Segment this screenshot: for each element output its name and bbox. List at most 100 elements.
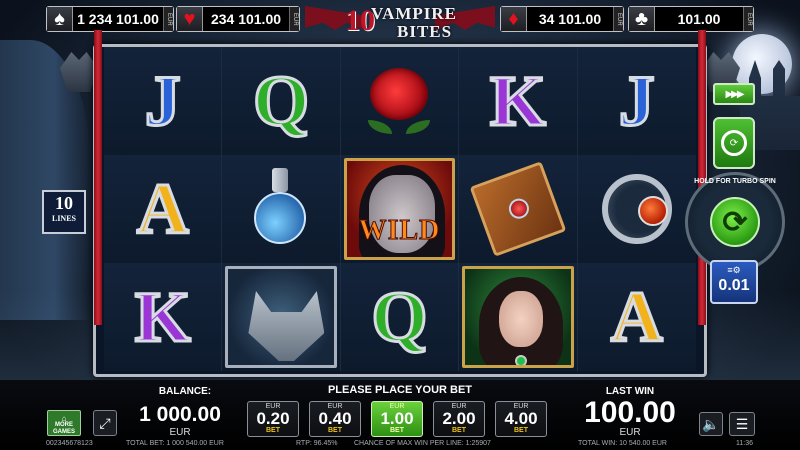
jackpot-heart-currency: EUR <box>289 7 299 31</box>
bet-label: BET <box>266 427 280 434</box>
jackpot-spade: ♠ 1 234 101.00 EUR <box>46 6 174 32</box>
bet-option-button-selected[interactable]: EUR 1.00 BET <box>371 401 423 437</box>
emerald-icon <box>515 355 528 365</box>
bet-option-button[interactable]: EUR 0.40 BET <box>309 401 361 437</box>
reel-cell: J <box>104 47 223 155</box>
speaker-icon: 🔈 <box>702 415 720 432</box>
spin-hint: HOLD FOR TURBO SPIN <box>694 178 776 185</box>
reel-cell <box>459 263 578 371</box>
balance-value: 1 000.00 <box>139 403 221 426</box>
jackpot-club-currency: EUR <box>743 7 753 31</box>
clock: 11:36 <box>736 440 753 447</box>
bet-label: BET <box>452 427 466 434</box>
jackpot-spade-value: 1 234 101.00 <box>77 11 159 27</box>
balance-label: BALANCE: <box>158 386 212 397</box>
refresh-icon: ⟳ <box>721 130 747 156</box>
bet-prompt: PLEASE PLACE YOUR BET <box>327 384 473 396</box>
reel-cell <box>222 155 341 263</box>
reel-cell: WILD <box>340 155 460 263</box>
jackpot-heart: ♥ 234 101.00 EUR <box>176 6 300 32</box>
potion-icon <box>246 164 316 254</box>
menu-button[interactable]: ☰ <box>729 412 755 436</box>
jackpot-bar: ♠ 1 234 101.00 EUR ♥ 234 101.00 EUR ♦ 34… <box>0 0 800 41</box>
jackpot-diamond: ♦ 34 101.00 EUR <box>500 6 624 32</box>
bet-label: BET <box>328 427 342 434</box>
hamburger-menu-icon: ☰ <box>735 415 749 432</box>
lines-badge: 10 LINES <box>42 190 86 234</box>
reel-pillar-left <box>94 30 102 325</box>
lady-symbol <box>462 266 574 368</box>
symbol-j: J <box>143 61 182 141</box>
spellbook-icon <box>469 161 567 257</box>
symbol-k: K <box>488 61 547 141</box>
autoplay-button[interactable]: ▶▶▶ <box>713 83 755 105</box>
reel-cell: A <box>104 155 223 263</box>
heart-icon: ♥ <box>177 7 203 31</box>
balance-currency: EUR <box>169 427 191 438</box>
jackpot-heart-value: 234 101.00 <box>210 11 282 27</box>
jackpot-diamond-value: 34 101.00 <box>538 11 602 27</box>
session-id: 002345678123 <box>46 440 93 447</box>
last-win-value: 100.00 <box>584 396 676 429</box>
reel-cell <box>577 155 696 263</box>
diamond-icon: ♦ <box>501 7 527 31</box>
wild-label: WILD <box>358 215 441 247</box>
bet-option-button[interactable]: EUR 2.00 BET <box>433 401 485 437</box>
spin-button[interactable]: HOLD FOR TURBO SPIN ⟳ <box>685 172 785 272</box>
wild-symbol: WILD <box>343 158 456 260</box>
symbol-q: Q <box>370 277 429 357</box>
bet-label: BET <box>390 427 404 434</box>
jackpot-spade-currency: EUR <box>163 7 173 31</box>
symbol-a: A <box>135 169 190 249</box>
lines-label: LINES <box>51 214 76 223</box>
coin-value: 0.01 <box>718 277 750 294</box>
amulet-icon <box>601 174 672 244</box>
reel-cell <box>340 47 460 155</box>
symbol-j: J <box>617 61 656 141</box>
more-games-label-1: MORE <box>55 422 73 428</box>
club-icon: ♣ <box>629 7 655 31</box>
bet-value: 4.00 <box>504 409 538 428</box>
more-games-button[interactable]: ⌂ MORE GAMES <box>47 410 81 436</box>
game-logo: 10 VAMPIRE BITES <box>305 2 495 44</box>
symbol-k: K <box>133 277 192 357</box>
jackpot-club: ♣ 101.00 EUR <box>628 6 754 32</box>
wolf-symbol <box>225 266 337 368</box>
bet-option-button[interactable]: EUR 0.20 BET <box>247 401 299 437</box>
bet-value: 2.00 <box>442 409 476 428</box>
fullscreen-icon: ⤢ <box>99 414 111 431</box>
reel-cell <box>459 155 578 263</box>
gamble-button[interactable]: ⟳ <box>713 117 755 169</box>
bet-label: BET <box>514 427 528 434</box>
game-stage: ♠ 1 234 101.00 EUR ♥ 234 101.00 EUR ♦ 34… <box>0 0 800 450</box>
bet-option-button[interactable]: EUR 4.00 BET <box>495 401 547 437</box>
reel-cell <box>222 263 341 371</box>
rtp-status: RTP: 96.45% <box>296 440 338 447</box>
jackpot-diamond-currency: EUR <box>613 7 623 31</box>
max-win-chance-status: CHANCE OF MAX WIN PER LINE: 1:25907 <box>354 440 491 447</box>
fullscreen-button[interactable]: ⤢ <box>93 410 117 436</box>
reel-cell: K <box>104 263 223 371</box>
house-icon: ⌂ <box>61 414 67 423</box>
bet-value: 0.20 <box>256 409 290 428</box>
logo-title-line1: VAMPIRE <box>371 4 458 23</box>
settings-icon: ≡⚙ <box>727 265 741 275</box>
total-bet-status: TOTAL BET: 1 000 540.00 EUR <box>126 440 224 447</box>
symbol-q: Q <box>252 61 311 141</box>
lady-face-icon <box>499 291 544 347</box>
coin-value-button[interactable]: ≡⚙ 0.01 <box>710 260 758 304</box>
bet-value: 1.00 <box>380 409 414 428</box>
more-games-label-2: GAMES <box>52 429 75 435</box>
reel-cell: A <box>577 263 696 371</box>
lines-number: 10 <box>55 193 73 213</box>
rose-icon <box>364 68 434 134</box>
spade-icon: ♠ <box>47 7 73 31</box>
bet-value: 0.40 <box>318 409 352 428</box>
reel-cell: K <box>459 47 578 155</box>
sound-button[interactable]: 🔈 <box>699 412 723 436</box>
spin-arrows-icon: ⟳ <box>710 197 760 247</box>
reel-cell: J <box>577 47 696 155</box>
symbol-a: A <box>609 277 664 357</box>
fast-forward-icon: ▶▶▶ <box>725 88 744 100</box>
reel-grid: J Q K J A WILD K Q A <box>104 47 696 371</box>
